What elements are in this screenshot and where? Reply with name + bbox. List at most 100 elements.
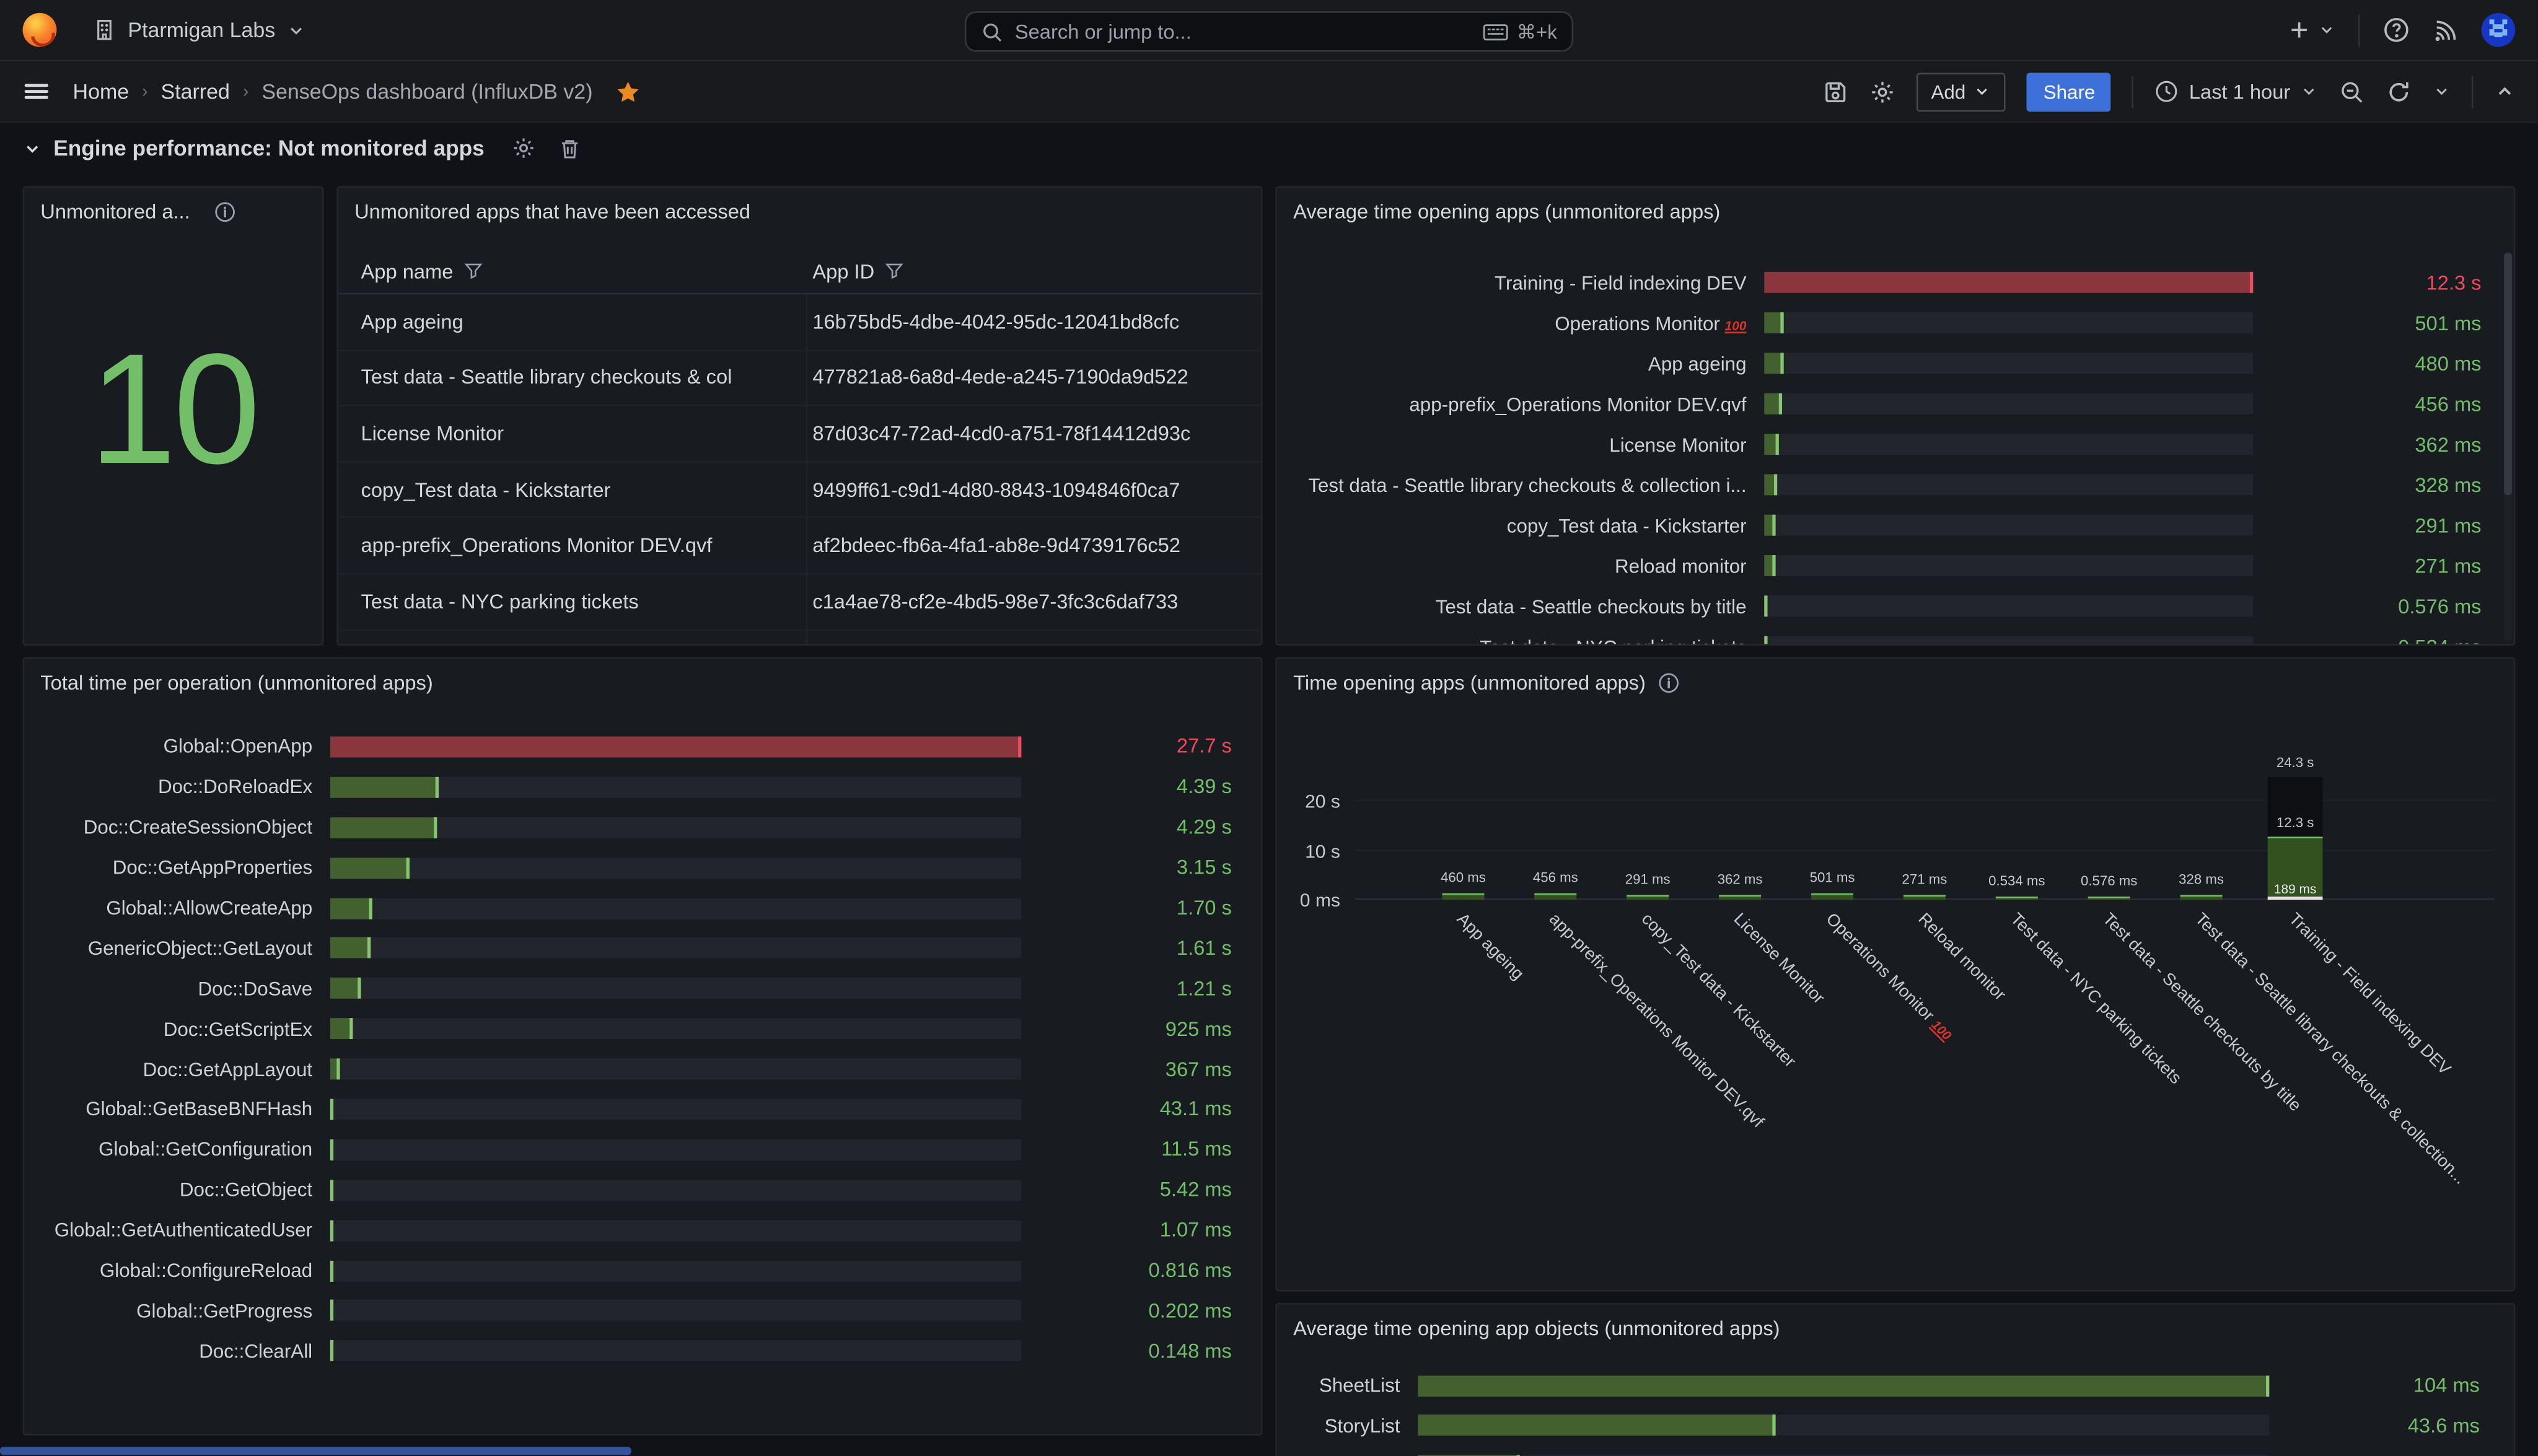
chart-bar[interactable]: 0.534 ms Test data - NYC parking tickets: [1996, 897, 2038, 900]
filter-funnel-icon[interactable]: [463, 261, 484, 282]
chart-bar[interactable]: 328 ms Test data - Seattle library check…: [2180, 895, 2223, 900]
chart-bar[interactable]: 24.3 s 12.3 s 189 ms Training - Field in…: [2268, 777, 2323, 900]
search-input[interactable]: [1015, 20, 1472, 43]
grafana-logo-icon[interactable]: [23, 13, 57, 47]
bar-segment-green: [2088, 897, 2130, 900]
cell-app-id: 477821a8-6a8d-4ede-a245-7190da9d522: [806, 366, 1261, 389]
bar-gauge-row: Global::GetBaseBNFHash 43.1 ms: [24, 1089, 1261, 1129]
bar-value-label: 291 ms: [1625, 871, 1671, 887]
bar-value: 4.39 s: [1039, 776, 1261, 799]
bar-label: App ageing: [1277, 352, 1747, 375]
add-panel-button[interactable]: Add: [1917, 72, 2006, 111]
dashboard-settings-gear-icon[interactable]: [1869, 79, 1895, 105]
bar-segment-green: [1996, 897, 2038, 900]
info-icon[interactable]: [1657, 672, 1680, 695]
panel-time-opening-apps-chart: Time opening apps (unmonitored apps) 20 …: [1275, 657, 2515, 1292]
bar-value-label: 271 ms: [1902, 871, 1947, 887]
bar-track: [1418, 1415, 2269, 1436]
stat-value: 10: [24, 330, 322, 487]
breadcrumb-starred[interactable]: Starred: [161, 79, 230, 103]
bar-value: 480 ms: [2271, 352, 2514, 375]
bar-value: 4.29 s: [1039, 816, 1261, 839]
refresh-icon[interactable]: [2386, 79, 2412, 105]
panel-title-row[interactable]: Total time per operation (unmonitored ap…: [24, 659, 1261, 694]
bar-fill: [1764, 515, 1776, 536]
chart-bar[interactable]: 291 ms copy_Test data - Kickstarter: [1627, 895, 1669, 900]
column-header-app-name[interactable]: App name: [361, 260, 806, 283]
bar-label: SheetList: [1277, 1374, 1400, 1397]
bar-gauge-row: GenericObject::GetLayout 1.61 s: [24, 928, 1261, 968]
scrollbar-vertical[interactable]: [2504, 253, 2512, 641]
cell-app-name: app-prefix_Operations Monitor DEV.qvf: [338, 534, 806, 557]
cell-app-name: App ageing: [338, 310, 806, 333]
row-delete-trash-icon[interactable]: [559, 137, 582, 160]
bar-label: Doc::GetObject: [24, 1178, 312, 1201]
x-axis-category-label: Reload monitor: [1914, 910, 2009, 1005]
table-row: app-prefix_Operations Monitor DEV.qvf af…: [338, 519, 1261, 574]
zoom-out-icon[interactable]: [2339, 79, 2365, 105]
chart-bar[interactable]: 460 ms App ageing: [1442, 893, 1484, 900]
menu-hamburger-icon[interactable]: [23, 77, 50, 105]
chart-bar[interactable]: 362 ms License Monitor: [1719, 895, 1761, 900]
news-rss-icon[interactable]: [2433, 17, 2459, 43]
bar-label: VariableList: [1277, 1454, 1400, 1456]
chart-bar[interactable]: 456 ms app-prefix_Operations Monitor DEV…: [1534, 893, 1576, 900]
chart-bar[interactable]: 501 ms Operations Monitor100: [1811, 893, 1853, 900]
row-settings-gear-icon[interactable]: [512, 136, 536, 160]
divider: [2358, 14, 2360, 46]
bar-fill: [1418, 1415, 1775, 1436]
bar-track: [1764, 272, 2253, 293]
bar-value: 0.816 ms: [1039, 1259, 1261, 1282]
bar-value: 291 ms: [2271, 514, 2514, 537]
bar-segment-green: [1811, 893, 1853, 900]
bar-track: [330, 817, 1021, 838]
bar-fill: [330, 978, 361, 999]
row-collapse-chevron-icon[interactable]: [23, 138, 42, 157]
add-new-button[interactable]: [2287, 18, 2335, 42]
info-icon[interactable]: [214, 201, 237, 224]
bar-fill: [330, 736, 1021, 757]
breadcrumb-home[interactable]: Home: [73, 79, 130, 103]
panel-title-row[interactable]: Unmonitored apps that have been accessed: [338, 188, 1261, 223]
bar-track: [330, 1139, 1021, 1160]
bar-track: [1764, 312, 2253, 333]
bar-value: 925 ms: [1039, 1017, 1261, 1040]
collapse-toolbar-icon[interactable]: [2494, 81, 2515, 102]
bar-label: Global::GetBaseBNFHash: [24, 1098, 312, 1121]
row-title[interactable]: Engine performance: Not monitored apps: [53, 136, 485, 160]
table-row: App ageing 16b75bd5-4dbe-4042-95dc-12041…: [338, 294, 1261, 350]
time-range-picker[interactable]: Last 1 hour: [2155, 79, 2318, 103]
save-dashboard-icon[interactable]: [1823, 79, 1849, 105]
search-bar[interactable]: ⌘+k: [965, 11, 1573, 51]
panel-title-row[interactable]: Unmonitored a...: [24, 188, 322, 223]
panel-title-row[interactable]: Average time opening app objects (unmoni…: [1277, 1304, 2514, 1340]
filter-funnel-icon[interactable]: [884, 261, 905, 282]
bar-gauge-row: Doc::GetAppLayout 367 ms: [24, 1049, 1261, 1089]
panel-title-row[interactable]: Time opening apps (unmonitored apps): [1277, 659, 2514, 694]
refresh-interval-chevron-icon[interactable]: [2433, 82, 2451, 100]
share-button[interactable]: Share: [2027, 72, 2112, 111]
bar-gauge-list: Global::OpenApp 27.7 s Doc::DoReloadEx 4…: [24, 727, 1261, 1371]
y-axis-tick: 10 s: [1305, 843, 1340, 862]
favorite-star-icon[interactable]: [615, 79, 641, 105]
bar-gauge-row: SheetList 104 ms: [1277, 1366, 2514, 1406]
user-avatar[interactable]: [2482, 13, 2516, 47]
chart-bar[interactable]: 0.576 ms Test data - Seattle checkouts b…: [2088, 897, 2130, 900]
bar-value-label: 362 ms: [1718, 871, 1763, 887]
help-icon[interactable]: [2382, 16, 2410, 43]
column-label: App name: [361, 260, 454, 283]
bar-gauge-row: Training - Field indexing DEV 12.3 s: [1277, 262, 2514, 302]
building-icon: [92, 18, 116, 42]
scrollbar-horizontal[interactable]: [0, 1447, 631, 1455]
org-switcher[interactable]: Ptarmigan Labs: [92, 18, 306, 42]
bar-track: [1764, 636, 2253, 644]
bar-value: 328 ms: [2271, 473, 2514, 496]
column-header-app-id[interactable]: App ID: [812, 260, 1261, 283]
bar-label: copy_Test data - Kickstarter: [1277, 514, 1747, 537]
panel-title-row[interactable]: Average time opening apps (unmonitored a…: [1277, 188, 2514, 223]
table-body: App ageing 16b75bd5-4dbe-4042-95dc-12041…: [338, 294, 1261, 644]
bar-track: [330, 1019, 1021, 1040]
bar-value-label: 24.3 s: [2277, 754, 2314, 770]
bar-value: 1.61 s: [1039, 937, 1261, 960]
chart-bar[interactable]: 271 ms Reload monitor: [1904, 895, 1946, 900]
